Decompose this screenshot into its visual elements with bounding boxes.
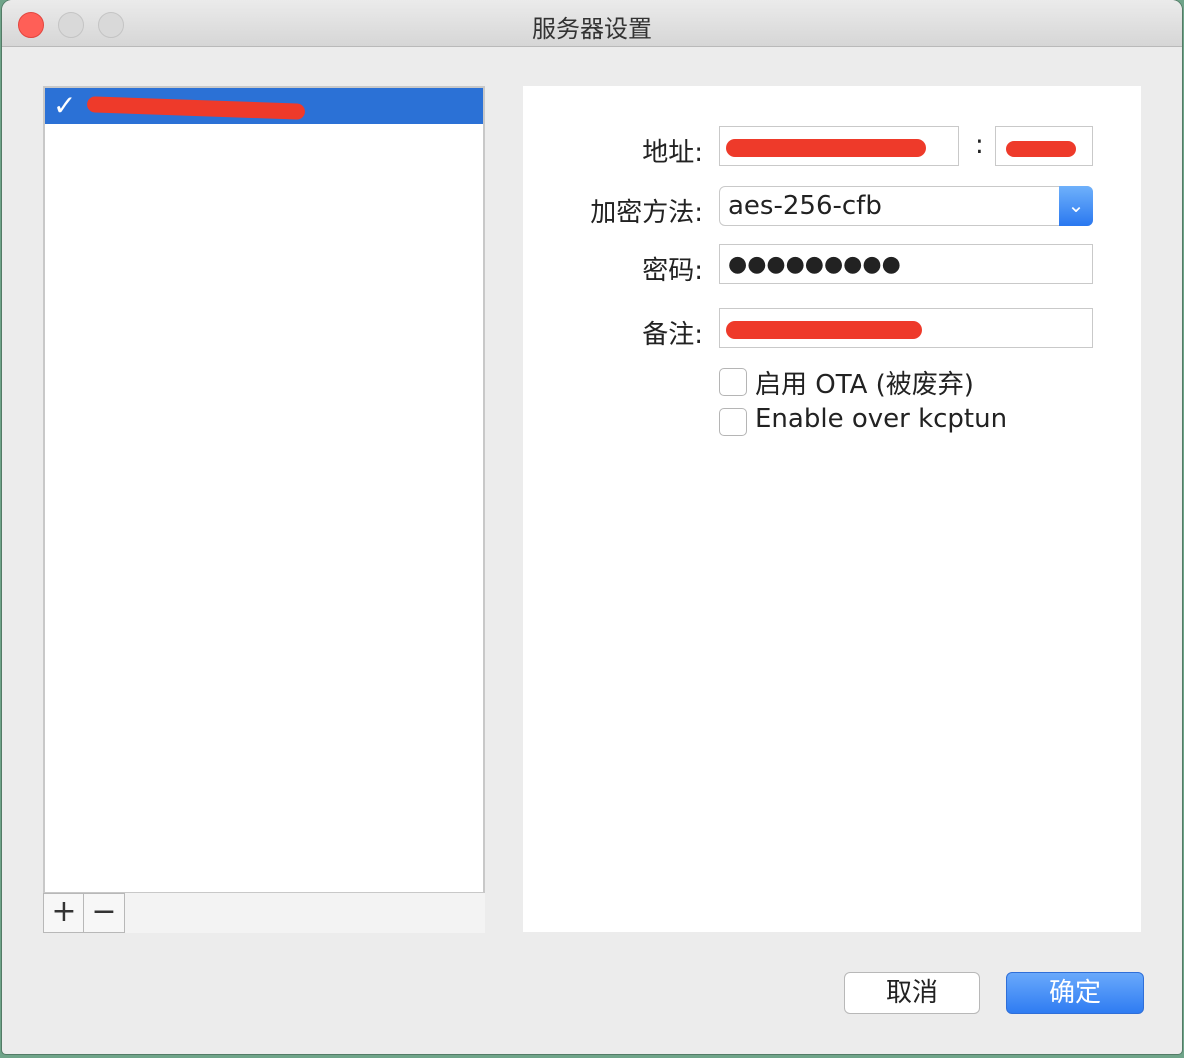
window-title: 服务器设置 [532,15,652,43]
checkmark-icon: ✓ [53,89,77,122]
kcptun-label: Enable over kcptun [755,404,1008,434]
redacted-server-address [86,96,306,120]
encryption-select[interactable]: aes-256-cfb ⌄ [719,186,1093,226]
remark-input[interactable] [719,308,1093,348]
chevron-down-icon[interactable]: ⌄ [1059,186,1093,226]
ok-button[interactable]: 确定 [1006,972,1144,1014]
remove-server-button[interactable]: − [83,893,125,933]
ota-label: 启用 OTA (被废弃) [755,370,974,400]
server-detail-panel: 地址: : 加密方法: aes-256-cfb ⌄ 密码: ●●●●●●●●● … [523,86,1141,932]
encryption-label: 加密方法: [590,198,703,228]
redacted-remark [726,321,922,339]
cancel-button[interactable]: 取消 [844,972,980,1014]
kcptun-checkbox[interactable] [719,408,747,436]
port-input[interactable] [995,126,1093,166]
add-server-button[interactable]: + [43,893,85,933]
password-input[interactable]: ●●●●●●●●● [719,244,1093,284]
ota-checkbox[interactable] [719,368,747,396]
title-bar: 服务器设置 [2,0,1182,47]
redacted-port [1006,141,1076,157]
port-separator: : [975,130,984,160]
password-label: 密码: [642,256,703,286]
encryption-value: aes-256-cfb [728,191,882,221]
server-list-item[interactable]: ✓ [45,88,483,124]
address-label: 地址: [642,138,703,168]
redacted-address [726,139,926,157]
remark-label: 备注: [642,320,703,350]
server-list[interactable]: ✓ [43,86,485,894]
list-toolbar: + − [43,892,485,933]
server-settings-window: 服务器设置 ✓ + − 地址: : 加密方法: aes-256-cfb ⌄ 密码… [2,0,1182,1054]
password-value: ●●●●●●●●● [728,252,901,277]
address-input[interactable] [719,126,959,166]
